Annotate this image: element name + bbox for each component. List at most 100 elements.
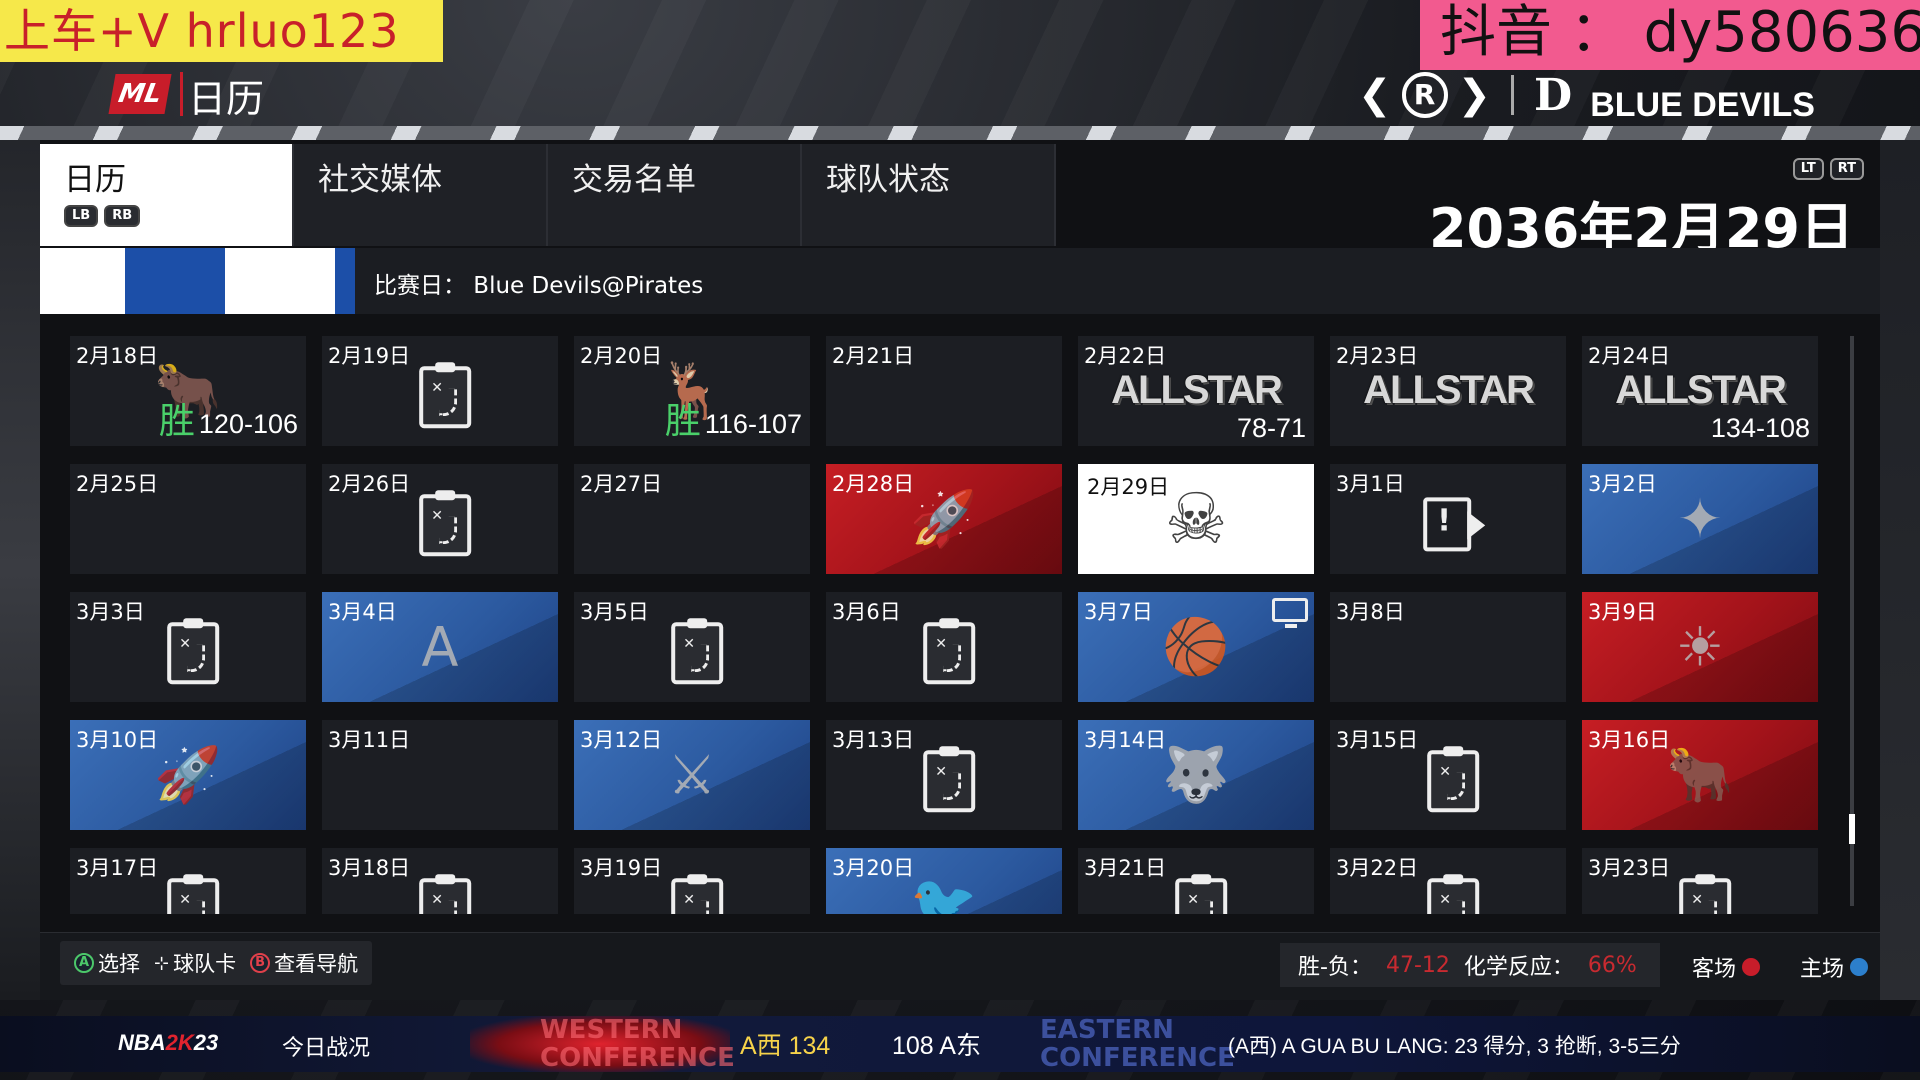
rockets-logo-icon: 🚀 — [910, 487, 978, 550]
calendar-day-17[interactable]: 3月6日 ✕ — [826, 592, 1062, 702]
calendar-day-20[interactable]: 3月9日 ☀ — [1582, 592, 1818, 702]
match-day-label: 比赛日： Blue Devils@Pirates — [374, 273, 704, 299]
game-score: 78-71 — [1237, 413, 1306, 444]
calendar-day-1[interactable]: 2月19日 ✕ — [322, 336, 558, 446]
day-date: 3月12日 — [580, 728, 663, 752]
tab-calendar[interactable]: 日历 LB RB — [40, 144, 294, 246]
calendar-grid: 2月18日 🐂 胜 120-106 2月19日 ✕ 2月20日 🦌 胜 116-107 2月21日 2… — [70, 336, 1840, 914]
scrollbar-thumb[interactable] — [1849, 814, 1855, 844]
select-hint-label: 选择 — [98, 952, 140, 976]
away-dot-icon — [1742, 958, 1761, 976]
practice-clipboard-icon: ✕ — [1679, 874, 1732, 914]
arizona-logo-icon: A — [421, 615, 459, 679]
calendar-day-13[interactable]: 3月2日 ✦ — [1582, 464, 1818, 574]
calendar-day-19[interactable]: 3月8日 — [1330, 592, 1566, 702]
calendar-day-30[interactable]: 3月19日 ✕ — [574, 848, 810, 914]
day-date: 3月8日 — [1336, 600, 1405, 624]
calendar-day-7[interactable]: 2月25日 — [70, 464, 306, 574]
calendar-day-28[interactable]: 3月17日 ✕ — [70, 848, 306, 914]
watermark-right: 抖音 ： dy5806363 — [1420, 0, 1920, 70]
practice-clipboard-icon: ✕ — [419, 490, 472, 557]
calendar-day-0[interactable]: 2月18日 🐂 胜 120-106 — [70, 336, 306, 446]
calendar-day-3[interactable]: 2月21日 — [826, 336, 1062, 446]
legend-home: 主场 — [1800, 951, 1869, 983]
calendar-day-14[interactable]: 3月3日 ✕ — [70, 592, 306, 702]
legend-away: 客场 — [1692, 951, 1761, 983]
decorative-stripe — [0, 126, 1920, 140]
calendar-day-18[interactable]: 3月7日 🏀 — [1078, 592, 1314, 702]
team-card-hint[interactable]: ⊹ 球队卡 — [154, 948, 236, 978]
tab-trade-list[interactable]: 交易名单 — [548, 144, 802, 246]
tarheels-logo-icon: ✦ — [1677, 487, 1723, 551]
chemistry-value: 66% — [1587, 952, 1637, 978]
calendar-day-23[interactable]: 3月12日 ⚔ — [574, 720, 810, 830]
day-date: 3月22日 — [1336, 856, 1419, 880]
ticker-player-info: (A西) A GUA BU LANG: 23 得分, 3 抢断, 3-5三分 — [1228, 1035, 1681, 1058]
team-logo-icon: D — [1534, 69, 1573, 121]
calendar-day-21[interactable]: 3月10日 🚀 — [70, 720, 306, 830]
day-date: 3月15日 — [1336, 728, 1419, 752]
rt-button-icon[interactable]: RT — [1829, 158, 1864, 180]
calendar-scrollbar[interactable] — [1849, 336, 1855, 906]
calendar-day-16[interactable]: 3月5日 ✕ — [574, 592, 810, 702]
score-ticker: WESTERN CONFERENCE EASTERN CONFERENCE NB… — [0, 1016, 1920, 1072]
win-marker: 胜 — [664, 400, 701, 441]
calendar-day-10[interactable]: 2月28日 🚀 — [826, 464, 1062, 574]
calendar-day-6[interactable]: 2月24日 ALLSTAR 134-108 — [1582, 336, 1818, 446]
calendar-day-12[interactable]: 3月1日! — [1330, 464, 1566, 574]
day-date: 2月27日 — [580, 472, 663, 496]
calendar-day-11[interactable]: 2月29日 ☠ — [1078, 464, 1314, 574]
chevron-left-icon[interactable]: ❮ — [1358, 72, 1392, 118]
calendar-day-26[interactable]: 3月15日 ✕ — [1330, 720, 1566, 830]
tab-social-media[interactable]: 社交媒体 — [294, 144, 548, 246]
day-date: 3月7日 — [1084, 600, 1153, 624]
ticker-score-east: 108 A东 — [892, 1032, 981, 1060]
day-date: 3月6日 — [832, 600, 901, 624]
practice-clipboard-icon: ✕ — [671, 618, 724, 685]
calendar-day-9[interactable]: 2月27日 — [574, 464, 810, 574]
western-conference-label: WESTERN CONFERENCE — [540, 1015, 735, 1073]
practice-clipboard-icon: ✕ — [671, 874, 724, 914]
lt-button-icon[interactable]: LT — [1792, 158, 1824, 180]
day-date: 3月17日 — [76, 856, 159, 880]
select-hint[interactable]: A 选择 — [74, 948, 140, 978]
tv-broadcast-icon — [1272, 598, 1308, 628]
calendar-day-31[interactable]: 3月20日 🐦 — [826, 848, 1062, 914]
calendar-day-27[interactable]: 3月16日 🐂 — [1582, 720, 1818, 830]
left-edge-decoration — [0, 140, 40, 1000]
calendar-day-33[interactable]: 3月22日 ✕ — [1330, 848, 1566, 914]
calendar-day-4[interactable]: 2月22日 ALLSTAR 78-71 — [1078, 336, 1314, 446]
calendar-day-2[interactable]: 2月20日 🦌 胜 116-107 — [574, 336, 810, 446]
day-date: 3月18日 — [328, 856, 411, 880]
page-title: 日历 — [188, 77, 265, 121]
logo-divider — [180, 72, 183, 116]
chevron-right-icon[interactable]: ❯ — [1458, 72, 1492, 118]
day-date: 2月21日 — [832, 344, 915, 368]
calendar-day-34[interactable]: 3月23日 ✕ — [1582, 848, 1818, 914]
calendar-day-15[interactable]: 3月4日 A — [322, 592, 558, 702]
controller-hints: A 选择 ⊹ 球队卡 B 查看导航 — [60, 941, 373, 985]
game-score: 胜 116-107 — [665, 392, 802, 444]
record-box: 胜-负： 47-12 化学反应： 66% — [1280, 943, 1660, 987]
calendar-day-29[interactable]: 3月18日 ✕ — [322, 848, 558, 914]
day-date: 2月25日 — [76, 472, 159, 496]
calendar-day-22[interactable]: 3月11日 — [322, 720, 558, 830]
tab-team-status[interactable]: 球队状态 — [802, 144, 1056, 246]
right-edge-decoration — [1880, 140, 1920, 1000]
calendar-day-8[interactable]: 2月26日 ✕ — [322, 464, 558, 574]
calendar-day-5[interactable]: 2月23日 ALLSTAR — [1330, 336, 1566, 446]
practice-clipboard-icon: ✕ — [419, 874, 472, 914]
team-switcher: ❮ R ❯ D BLUE DEVILS — [1358, 62, 1815, 128]
day-date: 2月28日 — [832, 472, 915, 496]
calendar-day-25[interactable]: 3月14日 🐺 — [1078, 720, 1314, 830]
rb-button-icon: RB — [104, 205, 141, 227]
calendar-day-32[interactable]: 3月21日 ✕ — [1078, 848, 1314, 914]
day-date: 3月1日 — [1336, 472, 1405, 496]
team-flag-banner — [40, 248, 355, 314]
nba2k-brand-text: NBA2K23 — [118, 1030, 219, 1055]
calendar-day-24[interactable]: 3月13日 ✕ — [826, 720, 1062, 830]
home-away-legend: 客场 主场 — [1692, 951, 1869, 983]
bulls-logo-icon: 🐂 — [1666, 743, 1734, 806]
view-nav-hint[interactable]: B 查看导航 — [250, 948, 358, 978]
allstar-logo-icon: ALLSTAR — [1363, 368, 1535, 412]
